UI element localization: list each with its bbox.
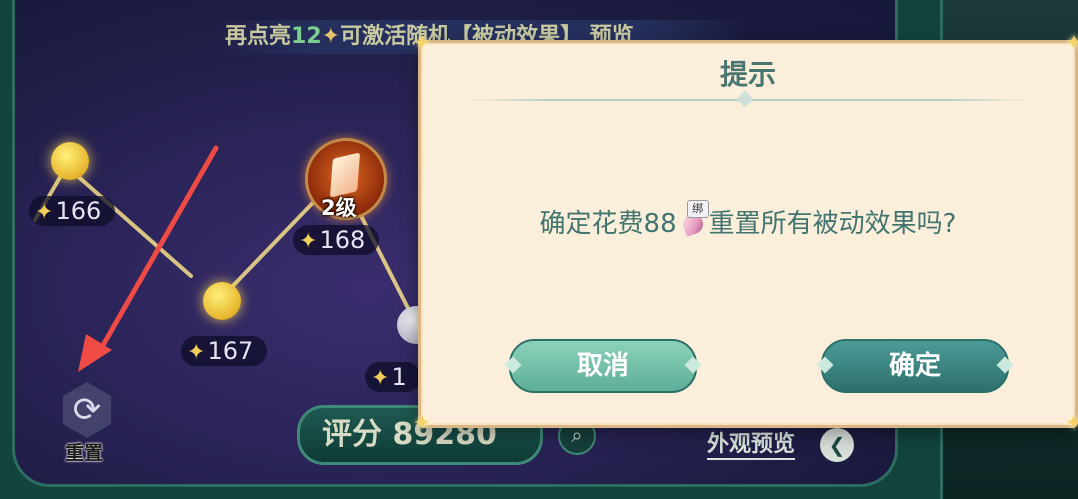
- dialog-message: 确定花费88 绑重置所有被动效果吗?: [421, 200, 1075, 240]
- cancel-label: 取消: [576, 351, 629, 381]
- refresh-icon: ⟳: [72, 390, 102, 430]
- node-cost: ✦168: [293, 225, 380, 255]
- node-cost: ✦167: [181, 336, 268, 366]
- confirm-label: 确定: [888, 351, 941, 381]
- bound-gem-icon: 绑: [679, 200, 709, 237]
- corner-star-icon: ✦: [1064, 31, 1078, 56]
- node-cost: ✦166: [29, 196, 116, 226]
- cancel-button[interactable]: 取消: [504, 339, 702, 393]
- star-icon: ✦: [299, 229, 318, 254]
- star-node[interactable]: [51, 142, 89, 180]
- reset-label: 重置: [65, 442, 104, 464]
- chevron-left-icon: ❮: [828, 433, 846, 457]
- dialog-title: 提示: [719, 58, 776, 91]
- confirm-button[interactable]: 确定: [816, 339, 1014, 393]
- node-cost: ✦1: [365, 362, 421, 392]
- star-icon: ✦: [371, 366, 390, 391]
- score-label: 评分: [322, 417, 382, 452]
- appearance-preview-link[interactable]: 外观预览: [707, 426, 796, 460]
- divider-diamond: [736, 90, 754, 108]
- message-after: 重置所有被动效果吗?: [708, 209, 957, 239]
- corner-star-icon: ✦: [1064, 411, 1078, 436]
- reset-button[interactable]: ⟳ 重置: [51, 382, 123, 464]
- crystal-icon: [329, 152, 361, 198]
- bind-tag: 绑: [686, 200, 709, 218]
- title-divider: [465, 90, 1031, 108]
- corner-star-icon: ✦: [412, 31, 432, 56]
- star-icon: ✦: [35, 200, 54, 225]
- confirm-dialog: ✦ ✦ ✦ ✦ 提示 确定花费88 绑重置所有被动效果吗? 取消 确定: [413, 33, 1078, 435]
- corner-star-icon: ✦: [412, 411, 432, 436]
- skill-level: 2级: [321, 196, 357, 220]
- preview-toggle-button[interactable]: ❮: [820, 428, 854, 462]
- star-node[interactable]: [203, 282, 241, 320]
- message-before: 确定花费88: [539, 209, 677, 239]
- star-icon: ✦: [187, 340, 206, 365]
